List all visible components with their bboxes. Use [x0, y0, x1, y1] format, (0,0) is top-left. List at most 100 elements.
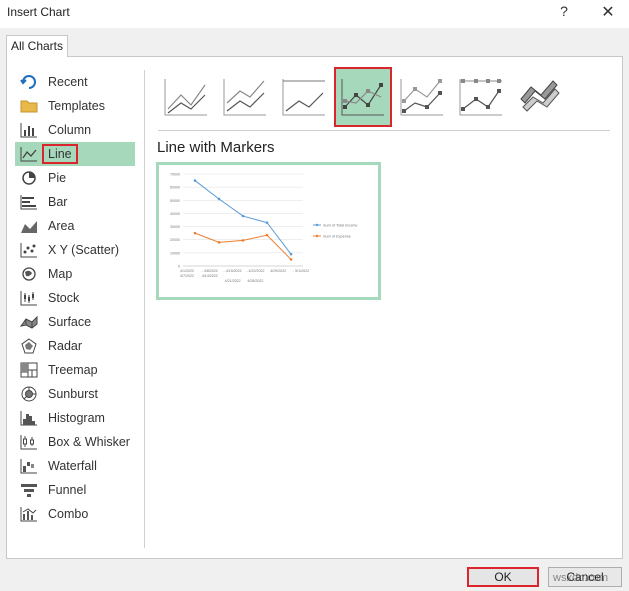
legend-label: Sum of Expense [323, 234, 351, 238]
watermark: wsxdn.com [553, 572, 609, 584]
close-button[interactable]: ✕ [598, 2, 618, 22]
chart-subtype-gallery [158, 67, 571, 127]
sidebar-item-label: Radar [48, 339, 83, 353]
radar-chart-icon [20, 338, 38, 354]
sidebar-item-stock[interactable]: Stock [15, 286, 135, 310]
histogram-chart-icon [20, 410, 38, 426]
sidebar-item-label: Area [48, 219, 75, 233]
sidebar-item-sunburst[interactable]: Sunburst [15, 382, 135, 406]
tab-all-charts[interactable]: All Charts [6, 35, 68, 57]
x-tick-label: 4/1/2022 [180, 269, 194, 273]
stacked-line-subtype-icon [223, 79, 266, 116]
help-button[interactable]: ? [556, 3, 572, 19]
sidebar-item-waterfall[interactable]: Waterfall [15, 454, 135, 478]
treemap-chart-icon [20, 362, 38, 378]
waterfall-chart-icon [20, 458, 38, 474]
y-tick-label: 40000 [170, 212, 180, 216]
sidebar-item-label: Histogram [48, 411, 105, 425]
x-tick-label: - 4/8/2022 [202, 269, 218, 273]
sidebar-item-recent[interactable]: Recent [15, 70, 135, 94]
sidebar-item-bar[interactable]: Bar [15, 190, 135, 214]
sidebar-item-label: Bar [48, 195, 68, 209]
sidebar-item-templates[interactable]: Templates [15, 94, 135, 118]
data-point [265, 221, 269, 224]
dialog-title: Insert Chart [7, 5, 70, 19]
pie-chart-icon [20, 170, 38, 186]
sidebar-item-label: Sunburst [48, 387, 99, 401]
sidebar-item-label: Pie [48, 171, 67, 185]
chart-preview[interactable]: 0 10000 20000 30000 40000 50000 60000 70000 4/1/… [156, 162, 381, 300]
data-point [241, 239, 245, 242]
map-chart-icon [20, 266, 38, 282]
sidebar-item-funnel[interactable]: Funnel [15, 478, 135, 502]
x-tick-label: - 4/15/2022 [224, 269, 242, 273]
funnel-chart-icon [20, 482, 38, 498]
area-chart-icon [20, 218, 38, 234]
subtype-100-stacked-line-with-markers[interactable] [453, 68, 509, 126]
subtype-line[interactable] [158, 68, 214, 126]
series-line [194, 180, 292, 255]
y-tick-label: 30000 [170, 225, 180, 229]
ok-button[interactable]: OK [467, 567, 539, 587]
y-tick-label: 20000 [170, 238, 180, 242]
chart-preview-plot: 0 10000 20000 30000 40000 50000 60000 70000 4/1/… [170, 173, 358, 284]
sidebar-item-box-whisker[interactable]: Box & Whisker [15, 430, 135, 454]
y-tick-label: 10000 [170, 251, 180, 255]
subtype-100-stacked-line[interactable] [276, 68, 332, 126]
sidebar-item-pie[interactable]: Pie [15, 166, 135, 190]
line-with-markers-subtype-icon [341, 79, 384, 116]
data-point [217, 241, 221, 244]
recent-icon [20, 74, 38, 90]
bar-chart-icon [20, 194, 38, 210]
data-point [217, 197, 221, 201]
sidebar-item-surface[interactable]: Surface [15, 310, 135, 334]
legend-marker [315, 234, 319, 238]
line-subtype-icon [164, 79, 207, 116]
sidebar-divider [144, 70, 145, 548]
y-tick-label: 60000 [170, 186, 180, 190]
legend-marker [315, 223, 319, 227]
sidebar-item-label: X Y (Scatter) [48, 243, 120, 257]
folder-icon [20, 98, 38, 114]
data-point [265, 233, 269, 237]
subtype-stacked-line-with-markers[interactable] [394, 68, 450, 126]
100-stacked-line-subtype-icon [282, 79, 325, 116]
y-tick-label: 0 [178, 265, 180, 269]
sidebar-item-treemap[interactable]: Treemap [15, 358, 135, 382]
legend-label: Sum of Total Income [323, 223, 358, 227]
sidebar-item-label: Box & Whisker [48, 435, 130, 449]
x-tick-label: 4/21/2022 [225, 279, 241, 283]
x-tick-label: - 5/1/2022 [293, 269, 309, 273]
stock-chart-icon [20, 290, 38, 306]
x-tick-label: 4/28/2022 [247, 279, 263, 283]
3d-line-subtype-icon [520, 80, 560, 112]
sidebar-item-area[interactable]: Area [15, 214, 135, 238]
sidebar-item-label: Line [42, 144, 78, 164]
x-tick-label: 4/29/2022 [270, 269, 286, 273]
sidebar-item-combo[interactable]: Combo [15, 502, 135, 526]
gallery-divider [158, 130, 610, 131]
x-tick-label: 4/14/2022 [202, 274, 218, 278]
sidebar-item-map[interactable]: Map [15, 262, 135, 286]
data-point [241, 214, 245, 218]
sidebar-item-histogram[interactable]: Histogram [15, 406, 135, 430]
stacked-line-with-markers-subtype-icon [400, 79, 443, 116]
y-tick-label: 50000 [170, 199, 180, 203]
sidebar-item-scatter[interactable]: X Y (Scatter) [15, 238, 135, 262]
data-point [289, 252, 293, 256]
subtype-3d-line[interactable] [512, 68, 568, 126]
sidebar-item-label: Surface [48, 315, 92, 329]
sidebar-item-label: Column [48, 123, 92, 137]
subtype-stacked-line[interactable] [217, 68, 273, 126]
sidebar-item-label: Combo [48, 507, 89, 521]
column-chart-icon [20, 122, 38, 138]
sidebar-item-label: Funnel [48, 483, 87, 497]
subtype-line-with-markers[interactable] [334, 67, 392, 127]
sidebar-item-column[interactable]: Column [15, 118, 135, 142]
chart-type-list: Recent Templates Column Line Pie Bar Are… [15, 70, 135, 526]
sidebar-item-label: Treemap [48, 363, 98, 377]
title-bar: Insert Chart ? ✕ [0, 0, 629, 28]
sidebar-item-radar[interactable]: Radar [15, 334, 135, 358]
sidebar-item-line[interactable]: Line [15, 142, 135, 166]
x-tick-label: - 4/22/2022 [246, 269, 264, 273]
